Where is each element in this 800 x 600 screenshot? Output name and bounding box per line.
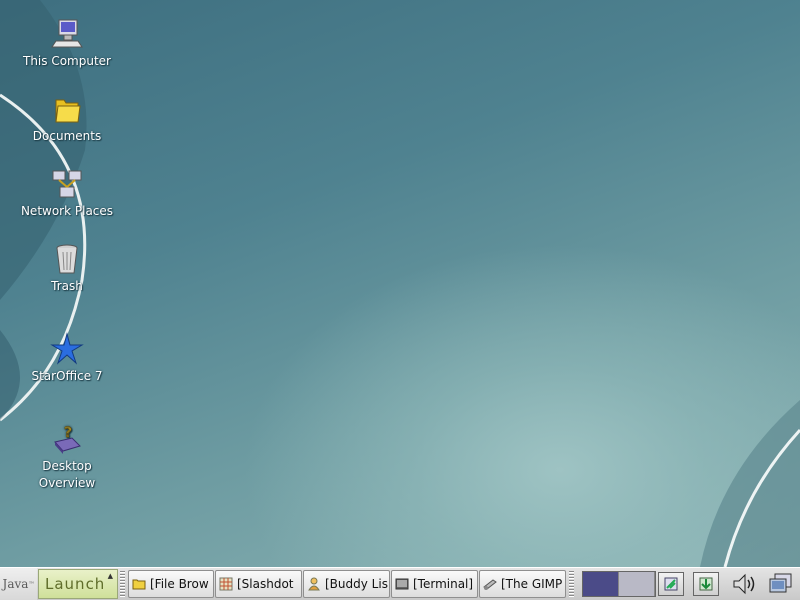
- panel-grip-handle[interactable]: [569, 571, 574, 597]
- network-monitor-button[interactable]: [658, 572, 684, 596]
- task-label: [File Brow: [150, 577, 209, 591]
- desktop-icon-desktop-overview[interactable]: ? Desktop Overview: [12, 422, 122, 492]
- trash-icon: [56, 244, 78, 274]
- folder-icon: [55, 99, 81, 123]
- panel-grip-handle[interactable]: [120, 571, 125, 597]
- desktop-icon-label: Overview: [38, 476, 96, 490]
- network-icon: [52, 170, 82, 198]
- task-terminal[interactable]: [Terminal]: [391, 570, 478, 598]
- desktop-icon-label: Desktop: [42, 459, 92, 473]
- desktop-icon-label: Trash: [51, 279, 83, 293]
- desktop-icon-label: Documents: [32, 129, 102, 143]
- desktop-icon-trash[interactable]: Trash: [12, 242, 122, 295]
- task-file-browser[interactable]: [File Brow: [128, 570, 214, 598]
- java-tm: ™: [28, 580, 35, 588]
- update-icon: [699, 577, 713, 591]
- launch-label: Launch: [45, 575, 106, 593]
- taskbar-panel: Java ™ Launch ▲ [File Brow [Slashdot [Bud…: [0, 567, 800, 600]
- svg-text:?: ?: [64, 425, 72, 441]
- desktop-background: This Computer Documents Network Places T…: [0, 0, 800, 567]
- update-notifier-button[interactable]: [693, 572, 719, 596]
- workspace-1[interactable]: [583, 572, 619, 596]
- staroffice-icon: [50, 332, 84, 365]
- task-slashdot[interactable]: [Slashdot: [215, 570, 302, 598]
- show-desktop-button[interactable]: [766, 571, 796, 597]
- desktop-icon-documents[interactable]: Documents: [12, 92, 122, 145]
- task-label: [The GIMP: [501, 577, 563, 591]
- launch-menu-button[interactable]: Launch ▲: [38, 569, 118, 599]
- task-gimp[interactable]: [The GIMP: [479, 570, 566, 598]
- gimp-icon: [483, 579, 497, 590]
- computer-icon: [51, 19, 83, 48]
- java-logo: Java ™: [0, 568, 37, 600]
- terminal-icon: [395, 578, 409, 590]
- task-label: [Buddy Lis: [325, 577, 388, 591]
- workspace-2[interactable]: [619, 572, 655, 596]
- network-monitor-icon: [664, 577, 678, 591]
- launch-arrow-icon: ▲: [107, 572, 114, 580]
- desktop-icon-this-computer[interactable]: This Computer: [12, 17, 122, 70]
- desktop-icon-network-places[interactable]: Network Places: [12, 167, 122, 220]
- task-label: [Slashdot: [237, 577, 294, 591]
- desktop-icon-label: StarOffice 7: [31, 369, 103, 383]
- desktop-overview-icon: ?: [54, 425, 81, 454]
- desktop-icon-label: This Computer: [23, 54, 111, 68]
- buddy-icon: [308, 577, 320, 591]
- java-logo-text: Java: [2, 577, 29, 591]
- task-label: [Terminal]: [413, 577, 474, 591]
- desktop-icon-staroffice[interactable]: StarOffice 7: [12, 332, 122, 385]
- desktop-icon-label: Network Places: [20, 204, 114, 218]
- show-desktop-icon: [769, 573, 792, 593]
- browser-icon: [219, 577, 233, 591]
- task-buddy-list[interactable]: [Buddy Lis: [303, 570, 390, 598]
- workspace-switcher: [582, 571, 656, 597]
- folder-icon: [132, 579, 146, 590]
- volume-icon: [733, 573, 755, 595]
- volume-control[interactable]: [730, 571, 760, 597]
